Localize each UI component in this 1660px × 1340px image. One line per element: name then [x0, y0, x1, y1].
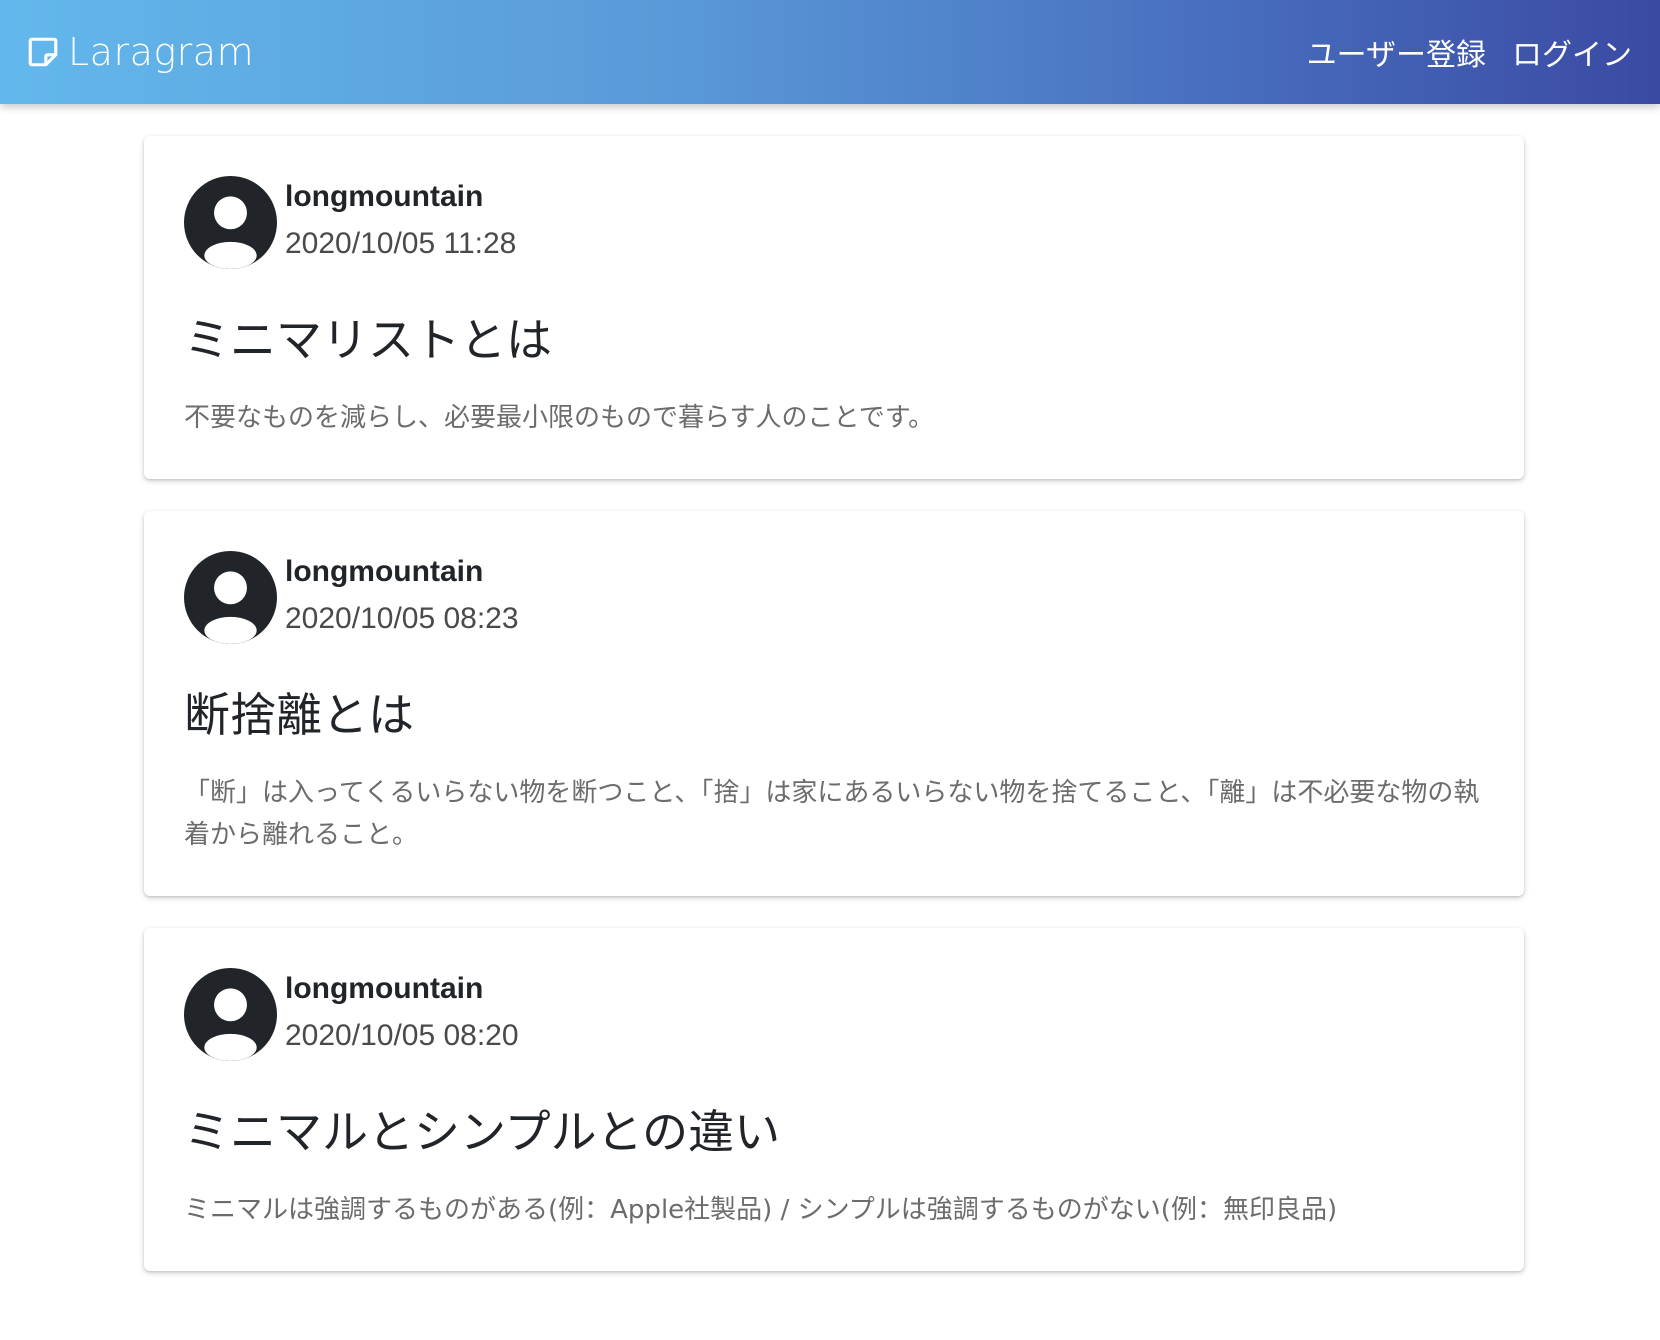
- post-body: ミニマルは強調するものがある(例：Apple社製品) / シンプルは強調するもの…: [184, 1195, 1338, 1225]
- account-circle-icon: [184, 968, 277, 1061]
- note-icon: [28, 37, 58, 67]
- post-timestamp: 2020/10/05 08:23: [285, 602, 519, 635]
- account-circle-icon: [184, 551, 277, 644]
- post-title[interactable]: ミニマリストとは: [184, 309, 1484, 371]
- navbar: Laragram ユーザー登録 ログイン: [0, 0, 1660, 104]
- account-circle-icon: [184, 176, 277, 269]
- login-link[interactable]: ログイン: [1512, 30, 1632, 74]
- post-username[interactable]: longmountain: [285, 178, 516, 216]
- post-meta: longmountain 2020/10/05 11:28: [285, 176, 516, 264]
- post-card[interactable]: longmountain 2020/10/05 11:28 ミニマリストとは 不…: [144, 136, 1524, 479]
- post-body: 不要なものを減らし、必要最小限のもので暮らす人のことです。: [184, 403, 935, 433]
- post-card[interactable]: longmountain 2020/10/05 08:20 ミニマルとシンプルと…: [144, 928, 1524, 1271]
- post-feed: longmountain 2020/10/05 11:28 ミニマリストとは 不…: [144, 136, 1524, 1303]
- brand-link[interactable]: Laragram: [26, 30, 254, 74]
- post-header: longmountain 2020/10/05 08:20: [184, 968, 1484, 1061]
- post-body: 「断」は入ってくるいらない物を断つこと、「捨」は家にあるいらない物を捨てること、…: [184, 778, 1480, 850]
- post-title[interactable]: ミニマルとシンプルとの違い: [184, 1101, 1484, 1163]
- post-title[interactable]: 断捨離とは: [184, 684, 1484, 746]
- post-meta: longmountain 2020/10/05 08:23: [285, 551, 519, 639]
- post-username[interactable]: longmountain: [285, 970, 519, 1008]
- post-username[interactable]: longmountain: [285, 553, 519, 591]
- nav-links: ユーザー登録 ログイン: [1307, 30, 1632, 74]
- brand-name: Laragram: [68, 30, 255, 74]
- post-meta: longmountain 2020/10/05 08:20: [285, 968, 519, 1056]
- post-timestamp: 2020/10/05 08:20: [285, 1019, 519, 1052]
- post-header: longmountain 2020/10/05 11:28: [184, 176, 1484, 269]
- post-timestamp: 2020/10/05 11:28: [285, 227, 517, 260]
- register-link[interactable]: ユーザー登録: [1307, 30, 1486, 74]
- post-header: longmountain 2020/10/05 08:23: [184, 551, 1484, 644]
- post-card[interactable]: longmountain 2020/10/05 08:23 断捨離とは 「断」は…: [144, 511, 1524, 896]
